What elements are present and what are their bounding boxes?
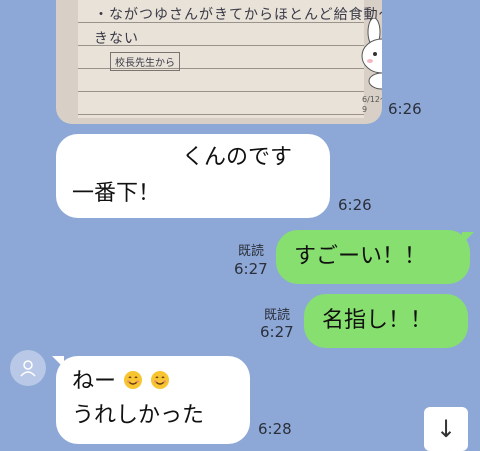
photo-paper: ・ながつゆさんがきてからほとんど給食動〜 きない 校長先生から — [78, 0, 382, 118]
timestamp: 6:26 — [388, 100, 422, 118]
photo-date: 6/12〜9 — [362, 95, 382, 114]
user-icon — [20, 360, 36, 377]
timestamp: 6:27 — [234, 260, 268, 278]
read-receipt: 既読 — [264, 308, 291, 323]
smiling-face-icon — [124, 371, 143, 389]
message-bubble-received[interactable]: くんのです 一番下！ — [56, 134, 330, 218]
timestamp: 6:27 — [260, 323, 294, 341]
avatar[interactable] — [10, 350, 46, 386]
message-bubble-sent[interactable]: すごーい！！ — [276, 230, 470, 284]
message-text: 名指し！！ — [322, 308, 433, 333]
read-receipt: 既読 — [238, 244, 265, 259]
arrow-down-icon: ↓ — [435, 415, 457, 443]
message-bubble-received[interactable]: ねー うれしかった — [56, 356, 250, 444]
smiling-face-icon — [151, 371, 170, 389]
message-text-part: ねー — [72, 369, 117, 394]
message-text: ねー — [72, 366, 170, 398]
message-text: すごーい！！ — [294, 244, 427, 269]
message-text: 一番下！ — [72, 181, 161, 206]
timestamp: 6:28 — [258, 420, 292, 438]
scroll-down-button[interactable]: ↓ — [424, 407, 468, 451]
principal-stamp: 校長先生から — [110, 52, 180, 71]
rabbit-sticker — [361, 18, 382, 90]
message-text: くんのです — [182, 145, 293, 170]
message-bubble-sent[interactable]: 名指し！！ — [304, 294, 468, 348]
message-text: うれしかった — [72, 403, 205, 428]
handwritten-line-1: ・ながつゆさんがきてからほとんど給食動〜 — [94, 7, 382, 23]
handwritten-line-2: きない — [94, 31, 139, 47]
photo-message[interactable]: ・ながつゆさんがきてからほとんど給食動〜 きない 校長先生から 6/12〜9 — [56, 0, 382, 124]
timestamp: 6:26 — [338, 196, 372, 214]
